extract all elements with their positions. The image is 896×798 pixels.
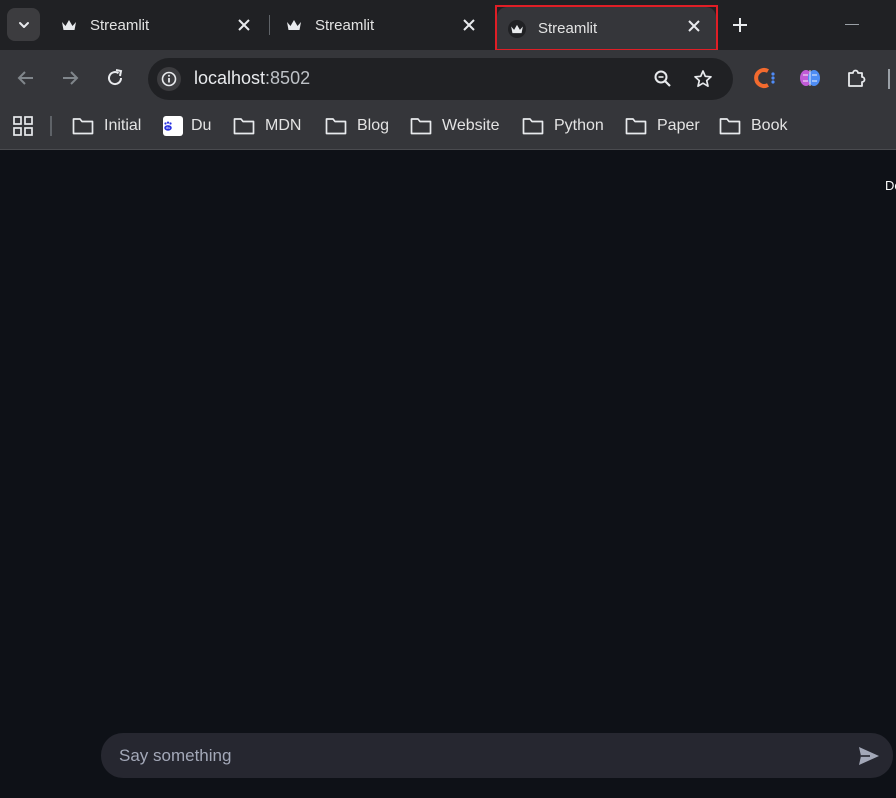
bookmark-label: Website [442,117,500,134]
bookmarks-bar: Initial du Du MDN Blog Website Python Pa… [0,106,896,150]
back-button[interactable] [12,64,40,92]
plus-icon [733,18,747,32]
extension-c-icon[interactable] [752,64,780,92]
folder-icon [233,118,255,135]
apps-grid-icon[interactable] [12,115,34,137]
brain-extension-icon[interactable] [796,64,824,92]
folder-icon [72,118,94,135]
extensions-puzzle-icon[interactable] [842,64,870,92]
deploy-button[interactable]: De [885,178,896,193]
baidu-icon: du [163,116,183,136]
bookmark-folder-blog[interactable]: Blog [325,114,389,138]
tab-1[interactable]: Streamlit [48,4,266,46]
browser-toolbar: localhost:8502 [0,50,896,106]
bookmark-folder-book[interactable]: Book [719,114,787,138]
folder-icon [325,118,347,135]
close-tab-icon[interactable] [236,17,252,33]
bookmark-folder-python[interactable]: Python [522,114,604,138]
chevron-down-icon [18,21,29,28]
folder-icon [625,118,647,135]
folder-icon [719,118,741,135]
reload-icon [108,69,123,86]
tab-divider [269,15,270,35]
bookmark-du[interactable]: du Du [163,114,211,138]
chat-input[interactable] [119,733,839,778]
forward-button[interactable] [56,64,84,92]
send-icon [859,747,879,765]
folder-icon [522,118,544,135]
svg-text:du: du [166,126,170,130]
url-text: localhost:8502 [194,68,310,89]
close-tab-icon[interactable] [461,17,477,33]
folder-icon [410,118,432,135]
tab-strip: Streamlit Streamlit Streamlit [0,0,896,51]
streamlit-crown-icon [285,16,303,34]
bookmark-label: Du [191,117,212,134]
bookmark-folder-website[interactable]: Website [410,114,500,138]
address-bar[interactable]: localhost:8502 [148,58,733,100]
tab-2[interactable]: Streamlit [273,4,491,46]
url-port: :8502 [265,68,311,88]
chat-input-container [101,733,893,778]
send-button[interactable] [857,744,881,768]
bookmark-folder-paper[interactable]: Paper [625,114,700,138]
tab-title: Streamlit [90,16,150,34]
reload-button[interactable] [101,64,129,92]
bookmark-label: MDN [265,117,302,134]
minimize-button[interactable] [845,24,859,25]
star-icon[interactable] [691,67,715,91]
streamlit-crown-icon [60,16,78,34]
url-host: localhost [194,68,266,88]
new-tab-button[interactable] [728,13,752,37]
bookmark-label: Book [751,117,788,134]
highlight-box [495,5,718,51]
bookmark-label: Paper [657,117,700,134]
site-info-icon[interactable] [157,67,181,91]
tab-search-button[interactable] [7,8,40,41]
arrow-right-icon [63,71,79,85]
zoom-icon[interactable] [651,67,675,91]
streamlit-app: De [0,151,896,798]
bookmark-label: Python [554,117,604,134]
bookmarks-divider [50,116,52,136]
tab-title: Streamlit [315,16,375,34]
bookmark-label: Initial [104,117,142,134]
bookmark-label: Blog [357,117,390,134]
bookmark-folder-mdn[interactable]: MDN [233,114,301,138]
bookmark-folder-initial[interactable]: Initial [72,114,141,138]
arrow-left-icon [17,71,33,85]
toolbar-divider [888,69,890,89]
